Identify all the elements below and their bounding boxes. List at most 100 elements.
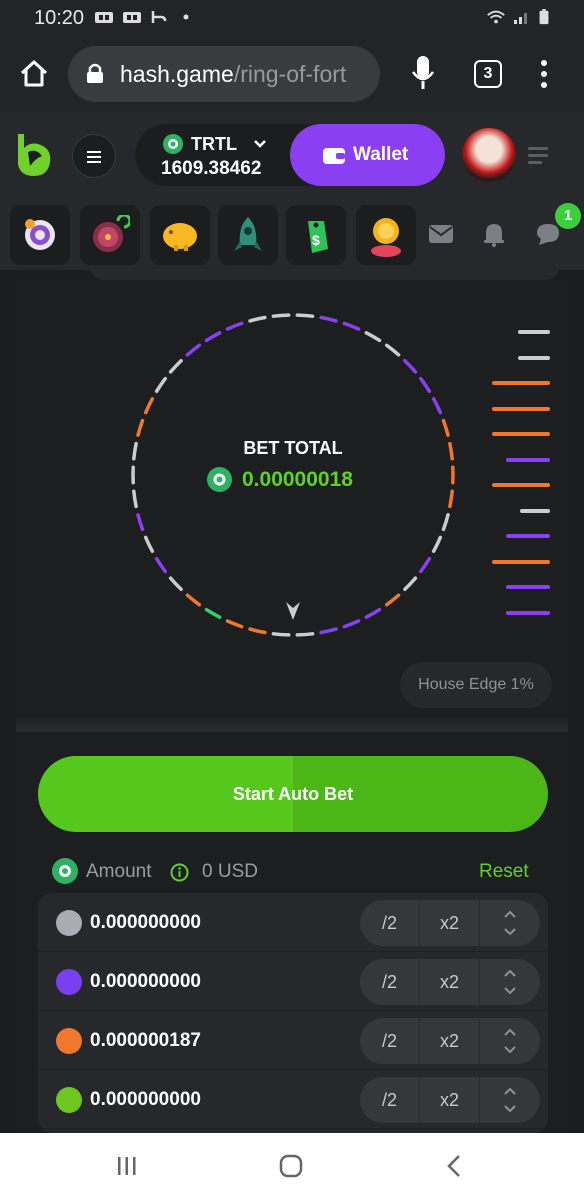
ring-segment [168,358,183,374]
double-button[interactable]: x2 [420,1018,480,1064]
reset-link[interactable]: Reset [479,861,529,883]
home-nav-icon[interactable] [279,1154,303,1178]
site-header: TRTL 1609.38462 Wallet [0,112,584,200]
ring-segment [225,321,244,331]
amount-value[interactable]: 0.000000187 [90,1030,201,1052]
bet-total-value: 0.00000018 [242,468,353,491]
ring-segment [248,315,267,323]
history-bar [520,508,550,513]
balance-value: 1609.38462 [161,158,262,179]
ring-segment [342,619,361,629]
stepper-button[interactable] [480,900,540,946]
history-bar [492,483,550,487]
chevron-up-down-icon [504,1028,516,1054]
ring-segment [319,627,338,635]
amount-controls: /2 x2 [360,959,540,1005]
recent-apps-icon[interactable] [116,1155,138,1177]
history-bar [492,406,550,411]
trtl-coin-icon[interactable] [52,858,78,884]
tab-switcher-button[interactable]: 3 [474,60,502,88]
ring-segment [384,343,401,357]
double-button[interactable]: x2 [420,900,480,946]
amount-rows: 0.000000000 /2 x2 0.000000000 /2 x2 0.00… [38,893,548,1133]
wallet-button[interactable]: Wallet [290,124,445,186]
browser-menu-icon[interactable] [538,58,550,90]
bell-icon[interactable] [482,221,506,247]
history-bar [492,432,550,436]
ring-segment [225,619,244,629]
quick-tile[interactable] [80,205,140,265]
quick-tile[interactable] [10,205,70,265]
avatar[interactable] [462,128,516,182]
double-button[interactable]: x2 [420,1077,480,1123]
color-dot [56,1028,82,1054]
start-auto-bet-button[interactable]: Start Auto Bet [38,756,548,832]
ring-segment [418,556,432,574]
lock-icon [87,63,103,83]
trtl-coin-icon [207,467,232,492]
stepper-button[interactable] [480,1077,540,1123]
halve-button[interactable]: /2 [360,959,420,1005]
ring-segment [136,513,145,532]
stepper-button[interactable] [480,1018,540,1064]
chat-icon[interactable] [535,222,561,246]
wifi-icon [487,10,505,24]
hamburger-icon [87,151,101,163]
ring-segment [342,321,361,331]
target-icon [25,219,55,250]
ring-segment [168,576,183,592]
signal-icon [514,13,527,24]
back-icon[interactable] [446,1154,462,1178]
wallet-label: Wallet [353,144,409,165]
ring-segment [295,313,315,318]
panel-tab-edge [90,266,560,280]
info-icon[interactable] [170,863,189,882]
halve-button[interactable]: /2 [360,1077,420,1123]
bet-total-label: BET TOTAL [243,438,343,458]
halve-button[interactable]: /2 [360,1018,420,1064]
status-bar: 10:20 [0,0,584,36]
history-bar [518,355,550,360]
microphone-icon[interactable] [410,54,436,92]
quick-tile[interactable]: $ [286,205,346,265]
ring-segment [448,441,454,461]
stepper-button[interactable] [480,959,540,1005]
history-bar [518,330,550,334]
ring-segment [403,358,418,374]
list-menu-icon[interactable] [528,146,550,166]
ring-segment [185,593,202,607]
chevron-down-icon [254,140,266,148]
wheel-pointer-icon [286,602,300,620]
site-logo[interactable] [14,130,54,178]
house-edge-badge[interactable]: House Edge 1% [400,662,552,708]
coin-trophy-icon [371,218,401,257]
quick-tile[interactable] [218,205,278,265]
ring-segment [403,576,418,592]
menu-button[interactable] [72,134,116,178]
history-bar [492,381,550,385]
ring-segment [364,607,382,619]
quick-tile[interactable] [356,205,416,265]
halve-button[interactable]: /2 [360,900,420,946]
battery-icon [539,9,549,25]
quick-tile[interactable] [150,205,210,265]
amount-row: 0.000000000 /2 x2 [38,893,548,952]
history-bar [506,585,550,589]
currency-code: TRTL [191,134,237,154]
android-nav-bar [0,1133,584,1200]
ring-segment [441,513,450,532]
mail-icon[interactable] [428,224,454,244]
ring-segment [418,376,432,394]
amount-row: 0.000000000 /2 x2 [38,1070,548,1129]
amount-value[interactable]: 0.000000000 [90,912,201,934]
home-icon[interactable] [18,58,50,90]
notification-icon [123,12,141,23]
piggy-bank-icon [163,223,197,251]
amount-value[interactable]: 0.000000000 [90,1089,201,1111]
trtl-coin-icon [163,134,183,154]
ring-segment [295,632,315,637]
address-bar[interactable]: hash.game/ring-of-fort [68,46,380,102]
double-button[interactable]: x2 [420,959,480,1005]
ring-segment [431,397,443,415]
amount-value[interactable]: 0.000000000 [90,971,201,993]
